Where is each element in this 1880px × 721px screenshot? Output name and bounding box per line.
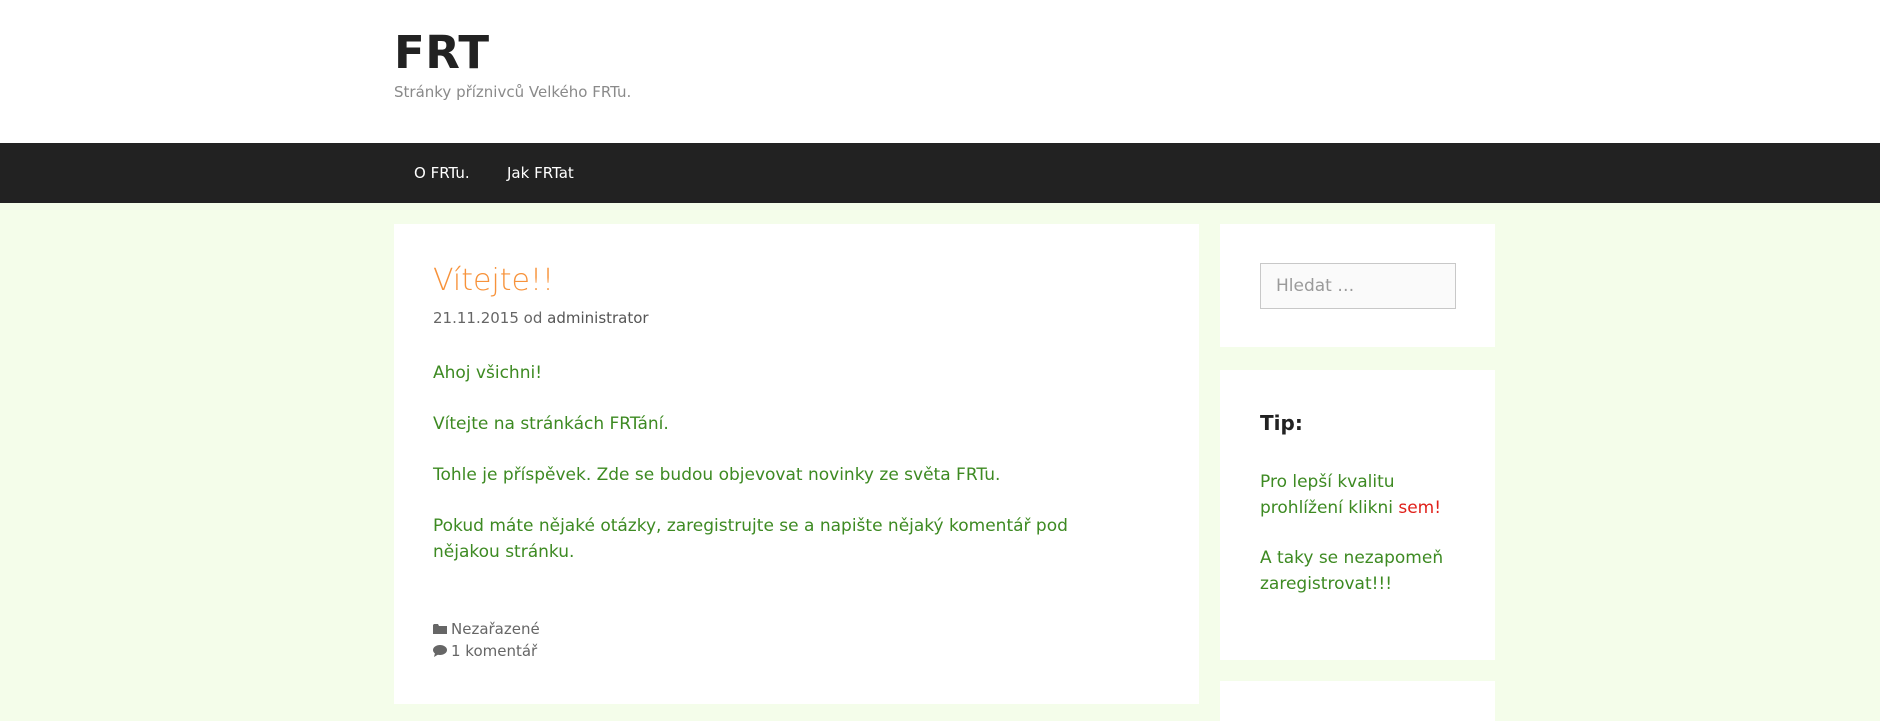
post-date[interactable]: 21.11.2015 — [433, 309, 519, 327]
category-link[interactable]: Nezařazené — [451, 619, 540, 639]
post-comments: 1 komentář — [433, 641, 537, 661]
comments-link[interactable]: 1 komentář — [451, 641, 537, 661]
comment-icon — [433, 645, 447, 657]
search-input[interactable] — [1260, 263, 1456, 309]
site-header: FRT Stránky příznivců Velkého FRTu. — [0, 0, 1880, 143]
post-meta: 21.11.2015 od administrator — [433, 308, 649, 328]
tip-link[interactable]: sem! — [1398, 498, 1441, 518]
post-article: Vítejte!! 21.11.2015 od administrator Ah… — [394, 224, 1199, 704]
post-author-link[interactable]: administrator — [547, 309, 648, 327]
sidebar-widget-next — [1220, 681, 1495, 721]
tip-widget-title: Tip: — [1260, 411, 1303, 435]
folder-icon — [433, 624, 447, 634]
post-paragraph: Pokud máte nějaké otázky, zaregistrujte … — [433, 516, 1068, 562]
tip-widget: Tip: Pro lepší kvalitu prohlížení klikni… — [1220, 370, 1495, 660]
site-tagline: Stránky příznivců Velkého FRTu. — [394, 83, 632, 101]
tip-text: Pro lepší kvalitu prohlížení klikni sem! — [1260, 469, 1460, 521]
post-paragraph: Tohle je příspěvek. Zde se budou objevov… — [433, 465, 1001, 485]
tip-register-text: A taky se nezapomeň zaregistrovat!!! — [1260, 548, 1444, 594]
post-by-label: od — [523, 309, 543, 327]
post-paragraph: Vítejte na stránkách FRTání. — [433, 414, 669, 434]
post-category: Nezařazené — [433, 619, 540, 639]
tip-text-before: Pro lepší kvalitu prohlížení klikni — [1260, 472, 1395, 518]
search-widget — [1220, 224, 1495, 347]
site-title[interactable]: FRT — [394, 26, 490, 80]
nav-item-o-frtu[interactable]: O FRTu. — [414, 143, 470, 203]
main-navigation: O FRTu. Jak FRTat — [0, 143, 1880, 203]
nav-item-jak-frtat[interactable]: Jak FRTat — [507, 143, 574, 203]
post-title[interactable]: Vítejte!! — [433, 262, 554, 300]
post-paragraph: Ahoj všichni! — [433, 363, 543, 383]
